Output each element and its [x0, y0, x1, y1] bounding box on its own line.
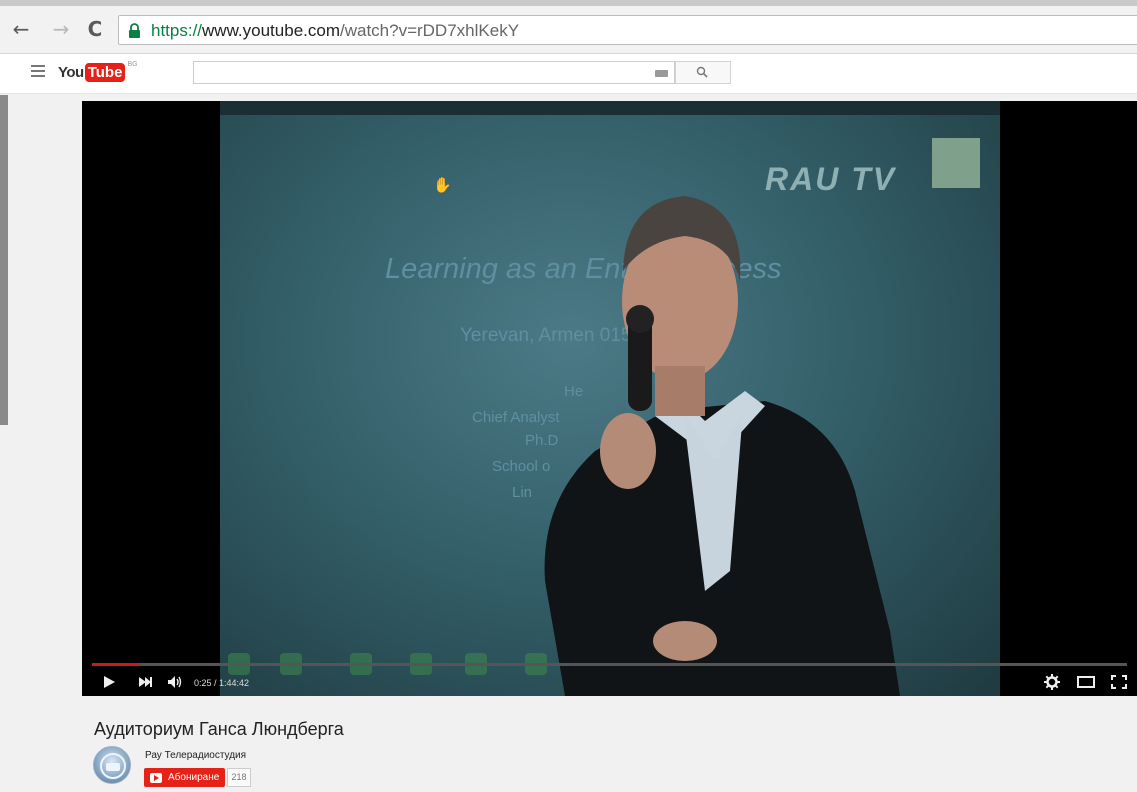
progress-played	[92, 663, 139, 666]
next-button[interactable]	[134, 672, 156, 692]
search-icon	[696, 66, 708, 78]
search-button[interactable]	[675, 61, 731, 84]
back-icon[interactable]: ←	[10, 18, 32, 40]
subscriber-count: 218	[227, 768, 251, 787]
next-icon	[139, 677, 152, 687]
address-bar[interactable]: https://www.youtube.com/watch?v=rDD7xhlK…	[118, 15, 1137, 45]
youtube-logo[interactable]: You Tube BG	[58, 60, 138, 84]
subscribe-button[interactable]: Абониране	[144, 768, 225, 787]
hand-cursor-icon: ✋	[433, 177, 452, 194]
reload-icon[interactable]: C	[84, 18, 106, 40]
logo-tube-text: Tube	[84, 62, 126, 82]
play-icon	[104, 676, 115, 688]
slide-topbar	[220, 101, 1000, 115]
url-path: /watch?v=rDD7xhlKekY	[339, 21, 520, 40]
rau-tv-logo-square	[932, 138, 980, 188]
time-display: 0:25 / 1:44:42	[194, 678, 250, 688]
player-controls: 0:25 / 1:44:42	[82, 668, 1137, 696]
youtube-header: You Tube BG	[0, 54, 1137, 94]
logo-you-text: You	[58, 63, 84, 81]
volume-button[interactable]	[164, 672, 186, 692]
play-button[interactable]	[98, 672, 120, 692]
logo-country-code: BG	[127, 61, 138, 68]
video-player[interactable]: RAU TV Learning as an Entr al Process Ye…	[82, 101, 1137, 696]
browser-toolbar: ← → C https://www.youtube.com/watch?v=rD…	[0, 6, 1137, 54]
video-title: Аудиториум Ганса Люндберга	[94, 719, 344, 739]
volume-icon	[168, 676, 182, 688]
settings-icon	[1044, 674, 1060, 690]
search-input[interactable]	[193, 61, 675, 84]
url-text: https://www.youtube.com/watch?v=rDD7xhlK…	[151, 21, 519, 41]
speaker-figure	[544, 196, 900, 696]
url-scheme: https://	[151, 21, 203, 40]
subscribe-label: Абониране	[168, 772, 220, 783]
forward-icon[interactable]: →	[50, 18, 72, 40]
theater-icon	[1077, 676, 1095, 688]
youtube-play-icon	[150, 772, 162, 783]
menu-icon[interactable]	[31, 65, 45, 77]
channel-avatar[interactable]	[93, 746, 131, 784]
video-frame: RAU TV Learning as an Entr al Process Ye…	[220, 101, 1000, 696]
channel-avatar-emblem	[100, 753, 126, 779]
keyboard-icon[interactable]	[655, 70, 668, 77]
url-host: www.youtube.com	[202, 21, 340, 40]
fullscreen-button[interactable]	[1108, 672, 1130, 692]
channel-name[interactable]: Рау Телерадиостудия	[145, 750, 246, 761]
fullscreen-icon	[1111, 675, 1127, 689]
theater-mode-button[interactable]	[1075, 672, 1097, 692]
lock-icon	[129, 23, 140, 38]
progress-bar[interactable]	[92, 663, 1127, 666]
settings-button[interactable]	[1042, 672, 1062, 692]
app-window: ← → C https://www.youtube.com/watch?v=rD…	[0, 0, 1137, 792]
left-gutter	[0, 95, 8, 425]
